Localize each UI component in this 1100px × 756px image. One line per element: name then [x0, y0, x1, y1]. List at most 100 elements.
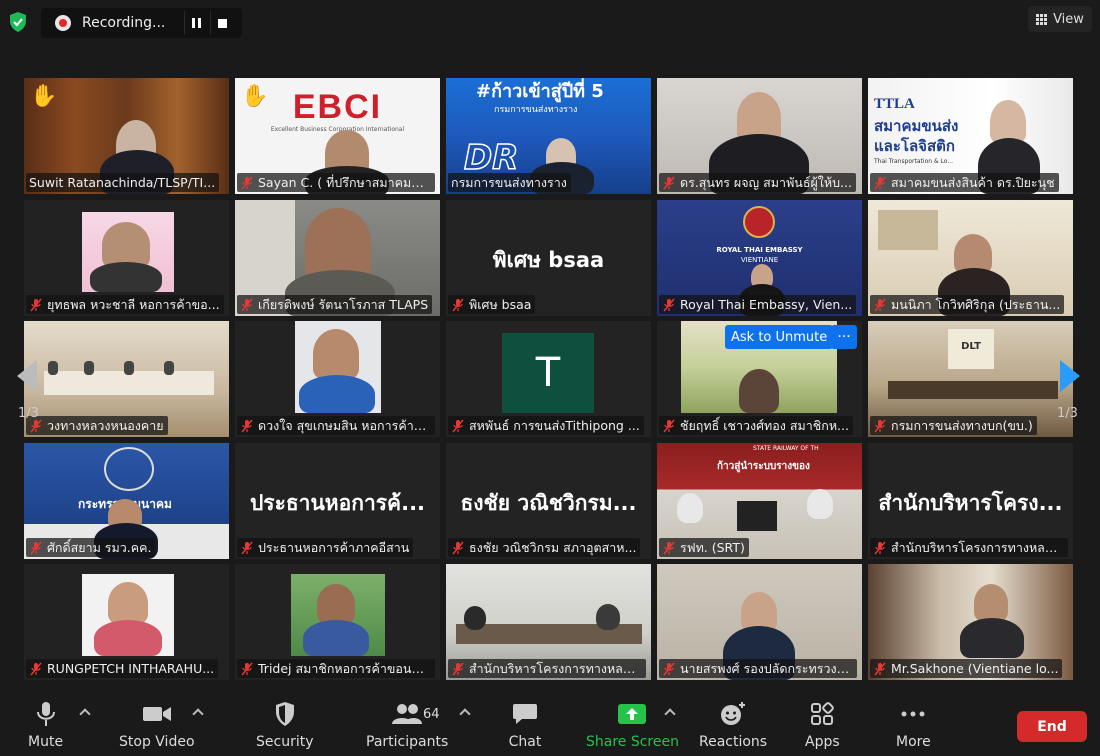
chat-bubble-icon [508, 700, 542, 728]
ttla-logo-text: TTLA [874, 96, 915, 112]
participant-name-tag: Suwit Ratanachinda/TLSP/TI... [26, 173, 220, 192]
security-button[interactable]: Security [256, 700, 314, 750]
mic-muted-icon [241, 662, 253, 675]
stop-video-button[interactable]: Stop Video [119, 700, 195, 750]
participant-name-tag: ดวงใจ สุขเกษมสิน หอการค้าห... [237, 416, 435, 435]
mic-muted-icon [874, 662, 886, 675]
participant-display-name: ธงชัย วณิชวิกรม... [460, 491, 637, 515]
mic-muted-icon [874, 541, 886, 554]
video-gallery: ✋ Suwit Ratanachinda/TLSP/TI... EBCI Exc… [24, 78, 1073, 680]
srt-slogan: ก้าวสู่นำระบบรางของ [717, 461, 810, 472]
mic-muted-icon [874, 298, 886, 311]
participant-name-tag: พิเศษ bsaa [448, 295, 536, 314]
participant-name-tag: รฟท. (SRT) [659, 538, 749, 557]
page-indicator-right: 1/3 [1057, 406, 1078, 421]
smiley-icon [716, 700, 750, 728]
video-tile[interactable]: สำนักบริหารโครง... สำนักบริหารโครงการทาง… [868, 443, 1073, 559]
video-tile[interactable]: ดร.สุนทร ผจญ สมาพันธ์ผู้ให้บ... [657, 78, 862, 194]
video-tile[interactable]: ธงชัย วณิชวิกรม... ธงชัย วณิชวิกรม สภาอุ… [446, 443, 651, 559]
ttla-line2: และโลจิสติก [874, 137, 955, 155]
video-tile[interactable]: Tridej สมาชิกหอการค้าขอนแ... [235, 564, 440, 680]
participant-name-tag: สหพันธ์ การขนส่งTithipong ... [448, 416, 644, 435]
mic-muted-icon [874, 419, 886, 432]
stop-icon [218, 18, 227, 28]
end-meeting-button[interactable]: End [1017, 711, 1087, 742]
video-tile[interactable]: มนนิภา โกวิทศิริกุล (ประธาน... [868, 200, 1073, 316]
view-button[interactable]: View [1028, 6, 1092, 32]
pause-recording-button[interactable] [184, 11, 208, 35]
next-page-arrow-icon[interactable] [1060, 360, 1080, 392]
audio-options-chevron-icon[interactable] [79, 708, 91, 720]
participant-name-tag: สำนักบริหารโครงการทางหลวง... [448, 659, 646, 678]
video-tile[interactable]: RUNGPETCH INTHARAHU... [24, 564, 229, 680]
pause-icon [192, 18, 201, 28]
participant-more-button[interactable]: ··· [831, 325, 857, 349]
rail-department-banner: กรมการขนส่งทางราง [494, 105, 578, 115]
video-tile[interactable]: กระทรวงคมนาคม ศักดิ์สยาม รมว.คค. [24, 443, 229, 559]
video-tile[interactable]: DLT กรมการขนส่งทางบก(ขบ.) [868, 321, 1073, 437]
ellipsis-icon [896, 700, 930, 728]
chat-button[interactable]: Chat [508, 700, 542, 750]
security-shield-icon[interactable] [6, 10, 30, 34]
video-tile[interactable]: ROYAL THAI EMBASSY VIENTIANE Royal Thai … [657, 200, 862, 316]
mic-muted-icon [452, 541, 464, 554]
ask-to-unmute-button[interactable]: Ask to Unmute [725, 325, 834, 349]
reactions-button[interactable]: Reactions [699, 700, 767, 750]
rail-hashtag: #ก้าวเข้าสู่ปีที่ 5 [476, 81, 604, 102]
mic-muted-icon [30, 298, 42, 311]
previous-page-arrow-icon[interactable] [17, 360, 37, 392]
video-tile[interactable]: นายสรพงศ์ รองปลัดกระทรวงคมน... [657, 564, 862, 680]
more-button[interactable]: More [896, 700, 931, 750]
participant-name-tag: ธงชัย วณิชวิกรม สภาอุตสาห... [448, 538, 641, 557]
view-label: View [1053, 11, 1084, 27]
mic-muted-icon [663, 176, 675, 189]
video-tile[interactable]: Ask to Unmute ··· ชัยฤทธิ์ เชาวงศ์ทอง สม… [657, 321, 862, 437]
participant-name-tag: ศักดิ์สยาม รมว.คค. [26, 538, 156, 557]
participant-name-tag: Mr.Sakhone (Vientiane lo... [870, 659, 1063, 678]
video-tile[interactable]: EBCI Excellent Business Corporation Inte… [235, 78, 440, 194]
page-indicator-left: 1/3 [18, 406, 39, 421]
mic-muted-icon [663, 662, 675, 675]
participant-name-tag: Sayan C. ( ที่ปรึกษาสมาคมข... [237, 173, 435, 192]
video-tile[interactable]: ยุทธพล หวะชาลี หอการค้าขอ... [24, 200, 229, 316]
participant-display-name: ประธานหอการค้... [249, 491, 426, 515]
recording-indicator: Recording... [41, 8, 242, 38]
stop-recording-button[interactable] [210, 11, 234, 35]
video-tile[interactable]: ✋ Suwit Ratanachinda/TLSP/TI... [24, 78, 229, 194]
video-tile[interactable]: พิเศษ bsaa พิเศษ bsaa [446, 200, 651, 316]
video-tile[interactable]: วงทางหลวงหนองคาย [24, 321, 229, 437]
video-tile[interactable]: #ก้าวเข้าสู่ปีที่ 5 กรมการขนส่งทางราง DR… [446, 78, 651, 194]
mic-muted-icon [241, 419, 253, 432]
mic-muted-icon [452, 662, 464, 675]
participants-count-badge: 64 [423, 707, 440, 722]
mic-muted-icon [452, 298, 464, 311]
video-tile[interactable]: TTLA สมาคมขนส่ง และโลจิสติก Thai Transpo… [868, 78, 1073, 194]
participant-name-tag: ดร.สุนทร ผจญ สมาพันธ์ผู้ให้บ... [659, 173, 857, 192]
mic-muted-icon [874, 176, 886, 189]
participants-options-chevron-icon[interactable] [459, 708, 471, 720]
participant-name-tag: มนนิภา โกวิทศิริกุล (ประธาน... [870, 295, 1065, 314]
participant-display-name: พิเศษ bsaa [492, 248, 605, 272]
video-tile[interactable]: Mr.Sakhone (Vientiane lo... [868, 564, 1073, 680]
video-tile[interactable]: ประธานหอการค้... ประธานหอการค้าภาคอีสาน [235, 443, 440, 559]
apps-button[interactable]: Apps [805, 700, 840, 750]
video-tile[interactable]: สำนักบริหารโครงการทางหลวง... [446, 564, 651, 680]
participant-name-tag: วงทางหลวงหนองคาย [26, 416, 168, 435]
participant-name-tag: RUNGPETCH INTHARAHU... [26, 659, 219, 678]
video-tile[interactable]: STATE RAILWAY OF TH ก้าวสู่นำระบบรางของ … [657, 443, 862, 559]
ministry-emblem [104, 447, 154, 491]
video-tile[interactable]: เกียรติพงษ์ รัตนาโรภาส TLAPS [235, 200, 440, 316]
participant-name-tag: กรมการขนส่งทางราง [448, 173, 571, 192]
mute-button[interactable]: Mute [28, 700, 63, 750]
video-tile[interactable]: T สหพันธ์ การขนส่งTithipong ... [446, 321, 651, 437]
video-camera-icon [140, 700, 174, 728]
share-screen-button[interactable]: Share Screen [586, 700, 679, 750]
participant-display-name: สำนักบริหารโครง... [878, 491, 1063, 515]
video-tile[interactable]: ดวงใจ สุขเกษมสิน หอการค้าห... [235, 321, 440, 437]
participant-name-tag: Royal Thai Embassy, Vien... [659, 295, 857, 314]
mic-muted-icon [663, 541, 675, 554]
share-screen-icon [615, 700, 649, 728]
embassy-emblem [743, 206, 775, 238]
srt-sign: STATE RAILWAY OF TH [753, 445, 819, 452]
record-icon [55, 15, 71, 31]
